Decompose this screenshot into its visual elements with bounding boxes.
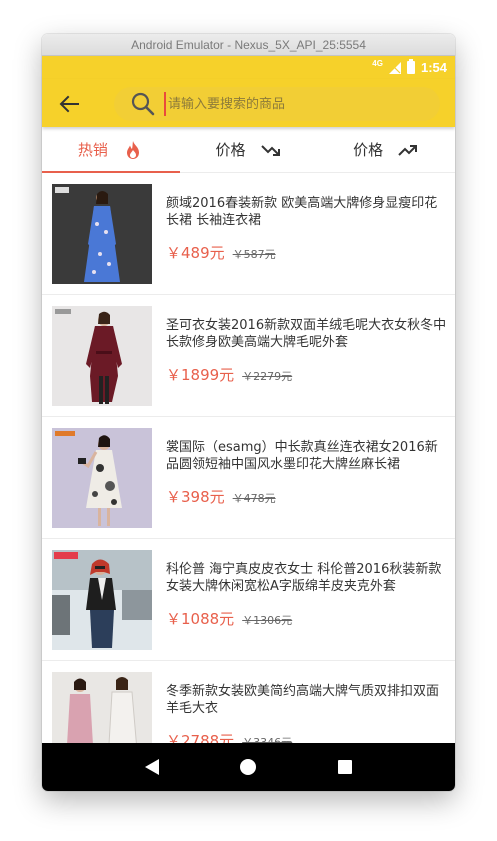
tab-label: 价格 bbox=[353, 141, 384, 159]
nav-home-button[interactable] bbox=[236, 755, 260, 779]
tab-hot-sale[interactable]: 热销 bbox=[42, 127, 180, 173]
product-price: ￥398元 bbox=[166, 488, 225, 506]
nav-back-button[interactable] bbox=[140, 755, 164, 779]
battery-icon bbox=[406, 59, 415, 74]
product-price: ￥2788元 bbox=[166, 732, 235, 744]
back-button[interactable] bbox=[56, 91, 82, 117]
product-image bbox=[52, 550, 152, 650]
system-nav-bar bbox=[42, 743, 455, 791]
product-list[interactable]: 颜域2016春装新款 欧美高端大牌修身显瘦印花长裙 长袖连衣裙 ￥489元 ￥5… bbox=[42, 173, 455, 744]
square-recents-icon bbox=[337, 760, 352, 774]
triangle-back-icon bbox=[145, 759, 160, 775]
product-item[interactable]: 圣可衣女装2016新款双面羊绒毛呢大衣女秋冬中长款修身欧美高端大牌毛呢外套 ￥1… bbox=[42, 295, 455, 417]
product-image bbox=[52, 672, 152, 744]
product-image bbox=[52, 184, 152, 284]
tab-label: 热销 bbox=[77, 141, 108, 159]
product-price: ￥1088元 bbox=[166, 610, 235, 628]
fire-icon bbox=[126, 140, 139, 159]
window-title: Android Emulator - Nexus_5X_API_25:5554 bbox=[42, 34, 455, 56]
arrow-back-icon bbox=[59, 95, 79, 113]
trending-up-icon bbox=[398, 144, 418, 156]
product-original-price: ￥2279元 bbox=[242, 370, 293, 383]
trending-down-icon bbox=[260, 144, 280, 156]
search-icon bbox=[131, 92, 155, 116]
tab-price-asc[interactable]: 价格 bbox=[317, 127, 455, 172]
product-item[interactable]: 裳国际（esamg）中长款真丝连衣裙女2016新品圆领短袖中国风水墨印花大牌丝麻… bbox=[42, 417, 455, 539]
product-price: ￥1899元 bbox=[166, 366, 235, 384]
product-image bbox=[52, 428, 152, 528]
tab-label: 价格 bbox=[215, 141, 246, 159]
clock: 1:54 bbox=[420, 60, 447, 75]
signal-icon bbox=[388, 61, 401, 74]
app-bar bbox=[42, 79, 455, 127]
search-box[interactable] bbox=[114, 87, 440, 121]
tab-price-desc[interactable]: 价格 bbox=[180, 127, 318, 172]
search-input[interactable] bbox=[164, 92, 440, 116]
product-price: ￥489元 bbox=[166, 244, 225, 262]
sort-tabs: 热销 价格 价格 bbox=[42, 127, 455, 173]
product-item[interactable]: 颜域2016春装新款 欧美高端大牌修身显瘦印花长裙 长袖连衣裙 ￥489元 ￥5… bbox=[42, 173, 455, 295]
product-name: 科伦普 海宁真皮皮衣女士 科伦普2016秋装新款女装大牌休闲宽松A字版绵羊皮夹克… bbox=[166, 562, 442, 594]
nav-recents-button[interactable] bbox=[333, 755, 357, 779]
product-name: 裳国际（esamg）中长款真丝连衣裙女2016新品圆领短袖中国风水墨印花大牌丝麻… bbox=[166, 440, 438, 472]
circle-home-icon bbox=[240, 759, 257, 775]
emulator-window: Android Emulator - Nexus_5X_API_25:5554 … bbox=[42, 34, 455, 791]
product-name: 冬季新款女装欧美简约高端大牌气质双排扣双面羊毛大衣 bbox=[166, 684, 440, 716]
network-type: 4G bbox=[372, 59, 383, 68]
product-item[interactable]: 冬季新款女装欧美简约高端大牌气质双排扣双面羊毛大衣 ￥2788元 ￥3346元 bbox=[42, 661, 455, 744]
product-original-price: ￥1306元 bbox=[242, 614, 293, 627]
product-name: 圣可衣女装2016新款双面羊绒毛呢大衣女秋冬中长款修身欧美高端大牌毛呢外套 bbox=[166, 318, 447, 350]
product-item[interactable]: 科伦普 海宁真皮皮衣女士 科伦普2016秋装新款女装大牌休闲宽松A字版绵羊皮夹克… bbox=[42, 539, 455, 661]
status-bar: 4G 1:54 bbox=[42, 56, 455, 79]
product-name: 颜域2016春装新款 欧美高端大牌修身显瘦印花长裙 长袖连衣裙 bbox=[166, 196, 438, 228]
product-original-price: ￥587元 bbox=[232, 248, 276, 261]
product-image bbox=[52, 306, 152, 406]
product-original-price: ￥478元 bbox=[232, 492, 276, 505]
